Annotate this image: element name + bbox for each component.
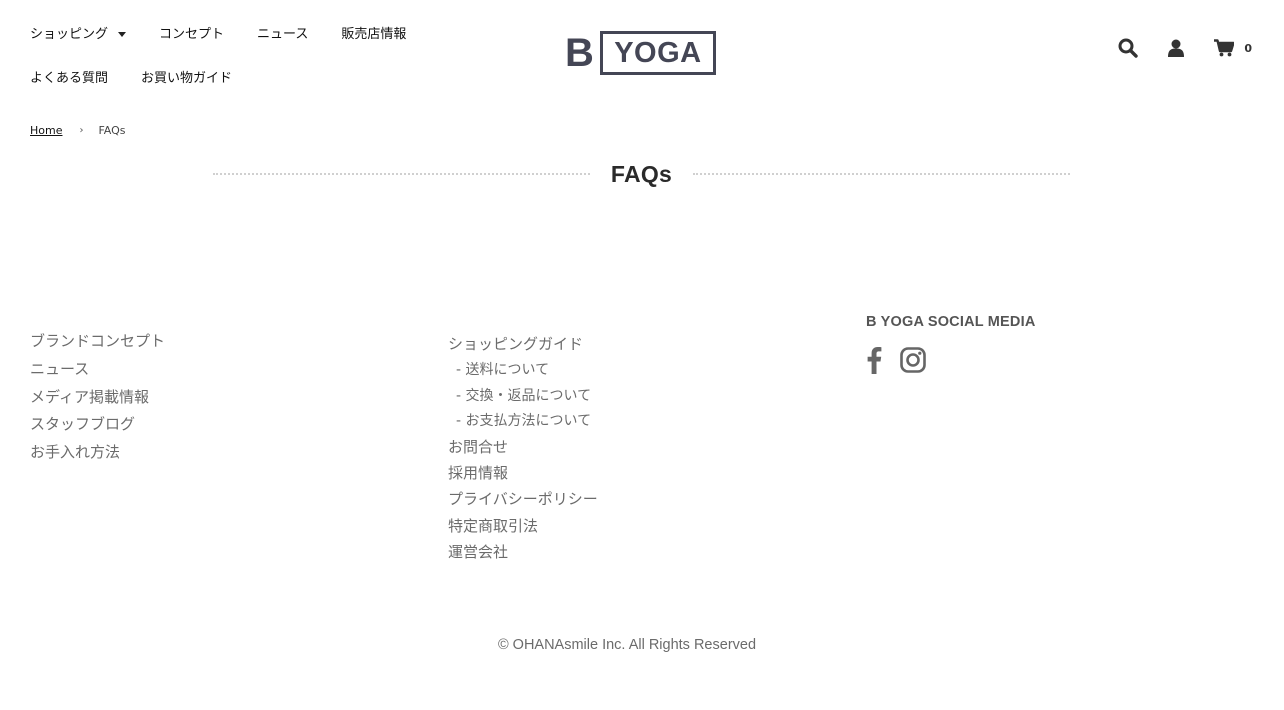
breadcrumb: Home › FAQs (30, 124, 126, 137)
user-icon[interactable] (1168, 39, 1185, 57)
breadcrumb-current: FAQs (98, 124, 126, 137)
footer-column-social: B YOGA SOCIAL MEDIA (866, 314, 1036, 374)
cart-icon[interactable]: 0 (1214, 39, 1252, 57)
footer-link-news[interactable]: ニュース (30, 358, 165, 386)
footer-link-shopping-guide[interactable]: ショッピングガイド (448, 333, 598, 359)
nav-row-2: よくある質問 お買い物ガイド (30, 62, 490, 90)
nav-item-faq[interactable]: よくある質問 (30, 67, 108, 86)
copyright: © OHANAsmile Inc. All Rights Reserved (497, 637, 757, 653)
footer-link-staff-blog[interactable]: スタッフブログ (30, 413, 165, 441)
social-title: B YOGA SOCIAL MEDIA (866, 314, 1036, 330)
breadcrumb-home-link[interactable]: Home (30, 124, 62, 137)
nav-row-1: ショッピング コンセプト ニュース 販売店情報 (30, 18, 490, 46)
footer-link-shipping[interactable]: - 送料について (448, 359, 598, 385)
nav-item-news[interactable]: ニュース (257, 23, 308, 42)
header-icons: 0 (1088, 38, 1252, 58)
title-divider-right (693, 173, 1070, 175)
main-nav: ショッピング コンセプト ニュース 販売店情報 よくある質問 お買い物ガイド (30, 18, 490, 106)
breadcrumb-separator: › (79, 125, 84, 136)
footer-column-brand: ブランドコンセプト ニュース メディア掲載情報 スタッフブログ お手入れ方法 (30, 330, 165, 469)
nav-item-concept[interactable]: コンセプト (159, 23, 224, 42)
instagram-icon[interactable] (900, 347, 926, 373)
nav-item-label: ショッピング (30, 26, 109, 42)
page-title-wrap: FAQs (213, 157, 1070, 191)
footer-link-company[interactable]: 運営会社 (448, 541, 598, 567)
footer-link-media[interactable]: メディア掲載情報 (30, 386, 165, 414)
social-icons (866, 346, 1036, 374)
nav-item-shopping[interactable]: ショッピング (30, 23, 127, 42)
nav-item-stores[interactable]: 販売店情報 (341, 23, 406, 42)
logo-box: YOGA (599, 31, 716, 75)
footer-link-brand-concept[interactable]: ブランドコンセプト (30, 330, 165, 358)
site-logo[interactable]: B YOGA (565, 30, 717, 76)
footer-column-guide: ショッピングガイド - 送料について - 交換・返品について - お支払方法につ… (448, 333, 598, 567)
logo-letter: B (565, 31, 594, 75)
search-icon[interactable] (1118, 38, 1139, 58)
footer-link-payment[interactable]: - お支払方法について (448, 410, 598, 436)
title-divider-left (213, 173, 590, 175)
caret-down-icon (118, 31, 127, 37)
page-title: FAQs (610, 160, 673, 187)
footer-link-recruit[interactable]: 採用情報 (448, 462, 598, 488)
facebook-icon[interactable] (866, 346, 882, 374)
footer-link-returns[interactable]: - 交換・返品について (448, 385, 598, 411)
footer-link-care[interactable]: お手入れ方法 (30, 441, 165, 469)
footer-link-privacy[interactable]: プライバシーポリシー (448, 488, 598, 514)
footer-link-contact[interactable]: お問合せ (448, 436, 598, 462)
footer-link-commerce-law[interactable]: 特定商取引法 (448, 515, 598, 541)
cart-count: 0 (1244, 41, 1252, 55)
logo-word: YOGA (614, 36, 702, 69)
nav-item-shopping-guide[interactable]: お買い物ガイド (141, 67, 232, 86)
